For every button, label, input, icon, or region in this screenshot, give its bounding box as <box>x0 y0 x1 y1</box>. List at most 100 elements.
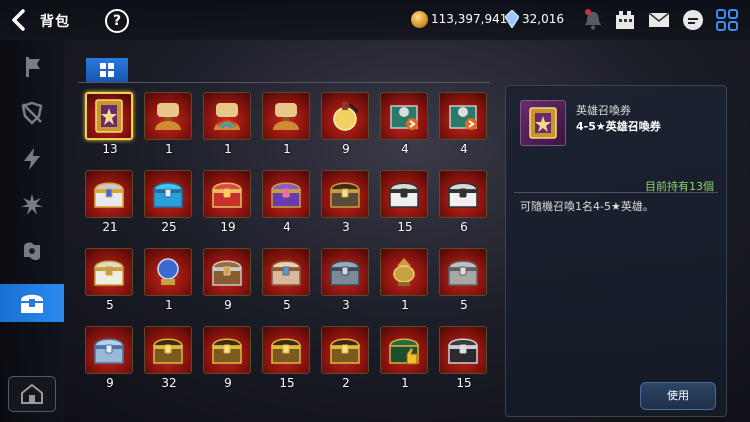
sidebar-item-runes[interactable] <box>0 232 64 270</box>
back-arrow-icon[interactable] <box>8 8 32 32</box>
gold-chest-icon <box>144 326 192 374</box>
item-quantity: 5 <box>106 298 114 312</box>
inventory-slot[interactable]: 1 <box>144 248 194 312</box>
item-subtitle: 4-5★英雄召喚券 <box>576 120 661 133</box>
lightning-icon <box>24 148 40 170</box>
blue-steel-chest-icon <box>85 326 133 374</box>
inventory-slot[interactable]: 1 <box>380 248 430 312</box>
item-quantity: 15 <box>456 376 472 390</box>
item-quantity: 5 <box>283 298 291 312</box>
tab-divider <box>78 82 490 83</box>
item-quantity: 9 <box>224 376 232 390</box>
category-sidebar <box>0 40 64 422</box>
item-quantity: 4 <box>401 142 409 156</box>
grid-menu-icon[interactable] <box>716 9 738 31</box>
sidebar-item-chests[interactable] <box>0 284 64 322</box>
tab-all-items[interactable] <box>86 58 128 82</box>
detail-divider <box>514 192 718 193</box>
item-quantity: 15 <box>397 220 413 234</box>
inventory-slot[interactable]: 1 <box>262 92 312 156</box>
white-gold-chest-icon <box>85 248 133 296</box>
sidebar-item-armor[interactable] <box>0 94 64 132</box>
bell-icon[interactable] <box>582 9 604 31</box>
inventory-slot[interactable]: 3 <box>321 170 371 234</box>
item-thumbnail <box>520 100 566 146</box>
inventory-slot[interactable]: 1 <box>144 92 194 156</box>
inventory-slot[interactable]: 19 <box>203 170 253 234</box>
item-quantity: 1 <box>224 142 232 156</box>
crystal-gem-icon <box>504 9 520 29</box>
item-quantity: 9 <box>342 142 350 156</box>
white-rune-chest-icon <box>380 170 428 218</box>
inventory-slot[interactable]: 4 <box>439 92 489 156</box>
building-icon <box>21 383 43 404</box>
shield-icon <box>21 101 43 125</box>
gold-coin-icon <box>411 11 428 28</box>
potion-icon <box>321 92 369 140</box>
chat-icon[interactable] <box>682 9 704 31</box>
item-quantity: 4 <box>460 142 468 156</box>
item-quantity: 3 <box>342 298 350 312</box>
use-button[interactable]: 使用 <box>640 382 716 410</box>
wood-chest-icon <box>203 248 251 296</box>
item-quantity: 15 <box>279 376 295 390</box>
inventory-slot[interactable]: 4 <box>262 170 312 234</box>
white-rune-chest-icon <box>439 170 487 218</box>
sidebar-item-effects[interactable] <box>0 186 64 224</box>
item-quantity: 9 <box>224 298 232 312</box>
guild-icon[interactable] <box>614 9 636 31</box>
inventory-slot[interactable]: 13 <box>85 92 135 156</box>
item-quantity: 6 <box>460 220 468 234</box>
item-quantity: 1 <box>283 142 291 156</box>
inventory-slot[interactable]: 3 <box>321 248 371 312</box>
inventory-slot[interactable]: 5 <box>439 248 489 312</box>
blue-chest-icon <box>144 170 192 218</box>
mail-icon[interactable] <box>648 9 670 31</box>
lantern-icon <box>380 248 428 296</box>
item-quantity: 5 <box>460 298 468 312</box>
inventory-slot[interactable]: 4 <box>380 92 430 156</box>
inventory-slot[interactable]: 32 <box>144 326 194 390</box>
inventory-slot[interactable]: 6 <box>439 170 489 234</box>
sword-banner-icon <box>26 57 40 77</box>
item-quantity: 19 <box>220 220 236 234</box>
item-description: 可隨機召喚1名4-5★英雄。 <box>520 200 654 213</box>
grey-chest-icon <box>439 248 487 296</box>
hero-summon-ticket-icon <box>85 92 133 140</box>
inventory-slot[interactable]: 25 <box>144 170 194 234</box>
item-quantity: 1 <box>165 298 173 312</box>
inventory-slot[interactable]: 9 <box>203 248 253 312</box>
inventory-slot[interactable]: 15 <box>439 326 489 390</box>
sidebar-item-skills[interactable] <box>0 140 64 178</box>
help-button[interactable]: ? <box>105 9 129 33</box>
inventory-slot[interactable]: 21 <box>85 170 135 234</box>
inventory-slot[interactable]: 15 <box>262 326 312 390</box>
open-dark-chest-icon <box>321 170 369 218</box>
page-title: 背包 <box>40 14 70 30</box>
inventory-slot[interactable]: 9 <box>321 92 371 156</box>
steel-chest-icon <box>321 248 369 296</box>
inventory-slot[interactable]: 2 <box>321 326 371 390</box>
inventory-slot[interactable]: 9 <box>203 326 253 390</box>
purple-chest-icon <box>262 170 310 218</box>
rainbow-scroll-bag-icon <box>203 92 251 140</box>
inventory-slot[interactable]: 9 <box>85 326 135 390</box>
item-quantity: 13 <box>102 142 118 156</box>
ornate-chest-icon <box>262 248 310 296</box>
item-quantity: 2 <box>342 376 350 390</box>
scroll-bag-icon <box>262 92 310 140</box>
inventory-slot[interactable]: 5 <box>262 248 312 312</box>
red-chest-icon <box>203 170 251 218</box>
sidebar-item-weapons[interactable] <box>0 48 64 86</box>
item-name: 英雄召喚券 <box>576 104 631 117</box>
chest-icon <box>21 294 43 313</box>
green-arrow-chest-icon <box>380 92 428 140</box>
inventory-slot[interactable]: 1 <box>203 92 253 156</box>
gold-chest-icon <box>262 326 310 374</box>
item-quantity: 4 <box>283 220 291 234</box>
gold-amount: 113,397,941 <box>431 12 508 26</box>
inventory-slot[interactable]: 15 <box>380 170 430 234</box>
inventory-slot[interactable]: 1 <box>380 326 430 390</box>
inventory-slot[interactable]: 5 <box>85 248 135 312</box>
sidebar-base-button[interactable] <box>8 376 56 412</box>
